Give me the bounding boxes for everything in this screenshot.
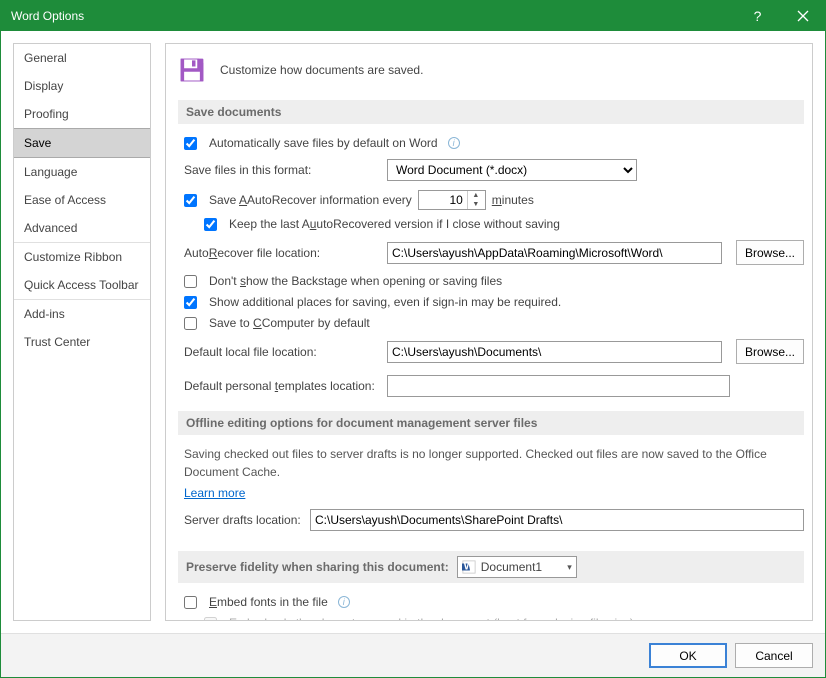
personal-tpl-input[interactable]	[387, 375, 730, 397]
drafts-row: Server drafts location:	[178, 505, 804, 535]
sidebar-item-advanced[interactable]: Advanced	[14, 214, 150, 242]
page-subtitle: Customize how documents are saved.	[220, 63, 423, 77]
auto-save-checkbox[interactable]	[184, 137, 197, 150]
main-area: GeneralDisplayProofingSaveLanguageEase o…	[1, 31, 825, 633]
svg-text:W: W	[463, 561, 473, 573]
preserve-label: Preserve fidelity when sharing this docu…	[186, 560, 449, 574]
default-local-row: Default local file location: Browse...	[178, 335, 804, 368]
sidebar: GeneralDisplayProofingSaveLanguageEase o…	[13, 43, 151, 621]
content-pane: Customize how documents are saved. Save …	[165, 43, 813, 621]
auto-save-label: Automatically save files by default on W…	[209, 136, 438, 150]
sidebar-item-ease-of-access[interactable]: Ease of Access	[14, 186, 150, 214]
show-places-row[interactable]: Show additional places for saving, even …	[178, 293, 804, 311]
sidebar-item-language[interactable]: Language	[14, 158, 150, 186]
personal-tpl-row: Default personal templates location:	[178, 371, 804, 401]
default-local-input[interactable]	[387, 341, 722, 363]
section-preserve: Preserve fidelity when sharing this docu…	[178, 551, 804, 583]
autorecover-checkbox[interactable]	[184, 194, 197, 207]
info-icon[interactable]: i	[338, 596, 350, 608]
embed-fonts-checkbox[interactable]	[184, 596, 197, 609]
section-offline: Offline editing options for document man…	[178, 411, 804, 435]
offline-note: Saving checked out files to server draft…	[178, 445, 804, 481]
sidebar-item-quick-access-toolbar[interactable]: Quick Access Toolbar	[14, 271, 150, 299]
autorecover-value[interactable]	[419, 193, 467, 207]
keep-last-checkbox[interactable]	[204, 218, 217, 231]
no-backstage-row[interactable]: Don't show the Backstage when opening or…	[178, 272, 804, 290]
save-computer-checkbox[interactable]	[184, 317, 197, 330]
help-button[interactable]: ?	[735, 1, 780, 31]
sidebar-item-customize-ribbon[interactable]: Customize Ribbon	[14, 243, 150, 271]
autorecover-loc-row: AutoRecover file location: Browse...	[178, 236, 804, 269]
show-places-checkbox[interactable]	[184, 296, 197, 309]
save-format-label: Save files in this format:	[184, 163, 379, 177]
dialog-footer: OK Cancel	[1, 633, 825, 677]
section-save-documents: Save documents	[178, 100, 804, 124]
titlebar: Word Options ?	[1, 1, 825, 31]
embed-fonts-row[interactable]: Embed fonts in the file i	[178, 593, 804, 611]
browse-autorecover-button[interactable]: Browse...	[736, 240, 804, 265]
sidebar-item-display[interactable]: Display	[14, 72, 150, 100]
autorecover-spinner[interactable]: ▲▼	[418, 190, 486, 210]
default-local-label: Default local file location:	[184, 345, 379, 359]
word-doc-icon: W	[462, 560, 476, 574]
preserve-doc-select[interactable]: W Document1	[457, 556, 577, 578]
ok-button[interactable]: OK	[649, 643, 727, 668]
drafts-label: Server drafts location:	[184, 513, 302, 527]
cancel-button[interactable]: Cancel	[735, 643, 813, 668]
autorecover-loc-label: AutoRecover file location:	[184, 246, 379, 260]
sidebar-item-proofing[interactable]: Proofing	[14, 100, 150, 128]
save-format-select[interactable]: Word Document (*.docx)	[387, 159, 637, 181]
close-button[interactable]	[780, 1, 825, 31]
save-computer-row[interactable]: Save to CComputer by default	[178, 314, 804, 332]
show-places-label: Show additional places for saving, even …	[209, 295, 561, 309]
sidebar-item-general[interactable]: General	[14, 44, 150, 72]
keep-last-row[interactable]: Keep the last AuutoRecovered version if …	[198, 215, 804, 233]
close-icon	[797, 10, 809, 22]
window-title: Word Options	[11, 9, 735, 23]
sidebar-item-trust-center[interactable]: Trust Center	[14, 328, 150, 356]
auto-save-row[interactable]: Automatically save files by default on W…	[178, 134, 804, 152]
page-header: Customize how documents are saved.	[178, 56, 804, 84]
save-format-row: Save files in this format: Word Document…	[178, 155, 804, 185]
sidebar-item-save[interactable]: Save	[14, 128, 150, 158]
no-backstage-checkbox[interactable]	[184, 275, 197, 288]
info-icon[interactable]: i	[448, 137, 460, 149]
learn-more-link[interactable]: Learn more	[184, 486, 245, 500]
embed-only-checkbox	[204, 617, 217, 622]
autorecover-loc-input[interactable]	[387, 242, 722, 264]
spinner-up-icon[interactable]: ▲	[468, 191, 484, 200]
autorecover-row[interactable]: Save AAutoRecover information every ▲▼ m…	[178, 188, 804, 212]
embed-only-row: Embed only the characters used in the do…	[198, 614, 804, 621]
drafts-input[interactable]	[310, 509, 804, 531]
spinner-down-icon[interactable]: ▼	[468, 200, 484, 209]
browse-local-button[interactable]: Browse...	[736, 339, 804, 364]
sidebar-item-add-ins[interactable]: Add-ins	[14, 300, 150, 328]
personal-tpl-label: Default personal templates location:	[184, 379, 379, 393]
save-icon	[178, 56, 206, 84]
